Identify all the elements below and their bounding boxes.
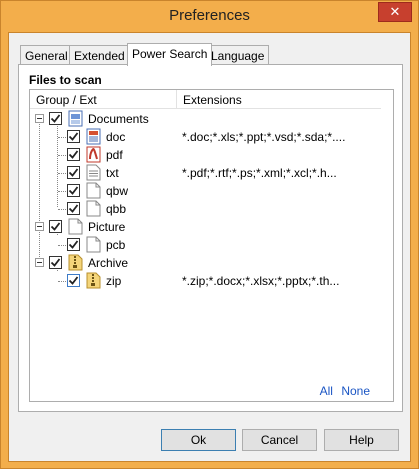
row-label: Archive: [88, 256, 129, 270]
column-header-extensions[interactable]: Extensions: [177, 90, 381, 109]
cancel-button[interactable]: Cancel: [242, 429, 317, 451]
button-bar: Ok Cancel Help: [9, 425, 410, 461]
select-all-link[interactable]: All: [320, 384, 333, 398]
checkbox-pdf[interactable]: [67, 148, 80, 161]
tree-row-zip[interactable]: zip *.zip;*.docx;*.xlsx;*.pptx;*.th...: [30, 272, 390, 290]
zip-file-icon: [86, 272, 101, 289]
checkbox-documents[interactable]: [49, 112, 62, 125]
collapse-toggle[interactable]: [35, 114, 44, 123]
checkbox-archive[interactable]: [49, 256, 62, 269]
row-extensions: *.doc;*.xls;*.ppt;*.vsd;*.sda;*....: [182, 130, 346, 144]
collapse-toggle[interactable]: [35, 222, 44, 231]
archive-icon: [68, 254, 83, 271]
checkbox-zip[interactable]: [67, 274, 80, 287]
row-label: Picture: [88, 220, 126, 234]
blank-file-icon: [86, 200, 101, 217]
pdf-file-icon: [86, 146, 101, 163]
tree-connector: [58, 173, 66, 174]
checkbox-doc[interactable]: [67, 130, 80, 143]
text-file-icon: [86, 164, 101, 181]
files-tree[interactable]: Group / Ext Extensions Documents doc *.d…: [29, 89, 394, 402]
doc-file-icon: [86, 128, 101, 145]
row-extensions: *.zip;*.docx;*.xlsx;*.pptx;*.th...: [182, 274, 340, 288]
power-search-panel: Files to scan Group / Ext Extensions Doc…: [18, 64, 403, 412]
checkbox-qbb[interactable]: [67, 202, 80, 215]
tab-language[interactable]: Language: [206, 45, 270, 65]
row-label: qbw: [106, 184, 129, 198]
help-button[interactable]: Help: [324, 429, 399, 451]
tree-row-doc[interactable]: doc *.doc;*.xls;*.ppt;*.vsd;*.sda;*....: [30, 128, 390, 146]
ok-button[interactable]: Ok: [161, 429, 236, 451]
checkbox-txt[interactable]: [67, 166, 80, 179]
row-label: qbb: [106, 202, 127, 216]
documents-icon: [68, 110, 83, 127]
tree-row-qbb[interactable]: qbb: [30, 200, 390, 218]
blank-file-icon: [86, 182, 101, 199]
row-label: txt: [106, 166, 119, 180]
tab-extended[interactable]: Extended: [69, 45, 130, 65]
row-label: doc: [106, 130, 126, 144]
tree-row-documents[interactable]: Documents: [30, 110, 390, 128]
tree-connector: [58, 155, 66, 156]
preferences-window: Preferences ✕ General Extended Power Sea…: [0, 0, 419, 469]
row-label: pcb: [106, 238, 126, 252]
tree-row-qbw[interactable]: qbw: [30, 182, 390, 200]
selection-links: All None: [315, 384, 370, 398]
row-label: zip: [106, 274, 122, 288]
tree-connector: [58, 191, 66, 192]
blank-file-icon: [68, 218, 83, 235]
checkbox-qbw[interactable]: [67, 184, 80, 197]
tree-row-txt[interactable]: txt *.pdf;*.rtf;*.ps;*.xml;*.xcl;*.h...: [30, 164, 390, 182]
row-label: Documents: [88, 112, 149, 126]
row-label: pdf: [106, 148, 123, 162]
title-bar[interactable]: Preferences ✕: [1, 1, 418, 32]
row-extensions: *.pdf;*.rtf;*.ps;*.xml;*.xcl;*.h...: [182, 166, 337, 180]
checkbox-picture[interactable]: [49, 220, 62, 233]
checkbox-pcb[interactable]: [67, 238, 80, 251]
tree-connector: [58, 137, 66, 138]
window-title: Preferences: [169, 7, 250, 24]
tree-row-pcb[interactable]: pcb: [30, 236, 390, 254]
close-button[interactable]: ✕: [378, 2, 412, 22]
tree-row-pdf[interactable]: pdf: [30, 146, 390, 164]
tab-general[interactable]: General: [20, 45, 73, 65]
tree-connector: [58, 209, 66, 210]
select-none-link[interactable]: None: [341, 384, 370, 398]
blank-file-icon: [86, 236, 101, 253]
tree-connector: [58, 281, 66, 282]
dialog-client-area: General Extended Power Search Language F…: [8, 32, 411, 462]
tree-row-picture[interactable]: Picture: [30, 218, 390, 236]
tree-connector: [58, 245, 66, 246]
tab-power-search[interactable]: Power Search: [127, 43, 213, 66]
files-to-scan-label: Files to scan: [29, 73, 102, 87]
tree-row-archive[interactable]: Archive: [30, 254, 390, 272]
column-header-group[interactable]: Group / Ext: [30, 90, 177, 109]
collapse-toggle[interactable]: [35, 258, 44, 267]
